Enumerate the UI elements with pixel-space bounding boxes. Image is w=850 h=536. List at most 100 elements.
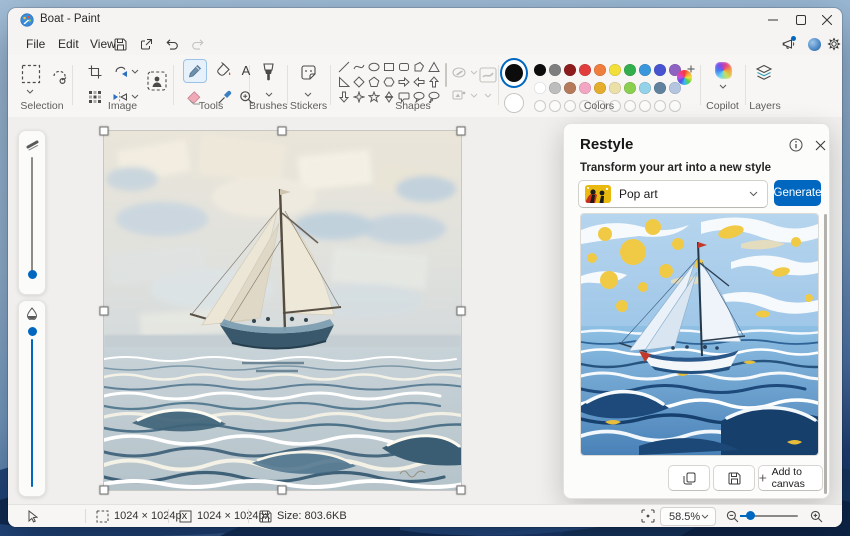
- rectangle-shape-icon[interactable]: [381, 59, 396, 74]
- palette-swatch[interactable]: [533, 63, 546, 76]
- layers-icon[interactable]: [753, 62, 775, 84]
- shape-outline-icon[interactable]: [451, 65, 467, 79]
- shape-style-chevron-icon[interactable]: [483, 91, 493, 99]
- zoom-out-icon[interactable]: [724, 508, 740, 524]
- brushes-icon[interactable]: [258, 61, 278, 83]
- rotate-chevron-icon[interactable]: [130, 67, 140, 75]
- palette-swatch[interactable]: [623, 63, 636, 76]
- statusbar: 1024 × 1024px 1024 × 1024px Size: 803.6K…: [8, 504, 842, 527]
- palette-swatch[interactable]: [608, 63, 621, 76]
- palette-swatch[interactable]: [653, 81, 666, 94]
- palette-swatch[interactable]: [548, 63, 561, 76]
- palette-swatch[interactable]: [548, 81, 561, 94]
- color1-swatch[interactable]: [500, 58, 528, 88]
- selection-handle-se[interactable]: [456, 485, 466, 495]
- palette-swatch[interactable]: [593, 81, 606, 94]
- flip-chevron-icon[interactable]: [130, 92, 140, 100]
- stickers-icon[interactable]: [298, 61, 318, 83]
- zoom-level-dropdown[interactable]: 58.5%: [660, 507, 716, 526]
- undo-icon[interactable]: [164, 36, 180, 52]
- fit-to-screen-icon[interactable]: [640, 508, 656, 524]
- selection-handle-s[interactable]: [277, 485, 287, 495]
- svg-text:A: A: [242, 63, 251, 77]
- size-slider-track[interactable]: [31, 157, 33, 273]
- shapes-scrollbar[interactable]: [445, 63, 447, 87]
- menubar: File Edit View: [8, 32, 842, 56]
- opacity-icon: [25, 306, 39, 320]
- panel-close-icon[interactable]: [812, 137, 828, 153]
- pencil-tool-icon[interactable]: [183, 59, 207, 83]
- pentagon-shape-icon[interactable]: [366, 74, 381, 89]
- notification-dot: [791, 36, 796, 41]
- selection-handle-w[interactable]: [99, 306, 109, 316]
- remove-background-icon[interactable]: [145, 69, 169, 93]
- rotate-icon[interactable]: [111, 63, 129, 81]
- palette-swatch[interactable]: [593, 63, 606, 76]
- free-select-icon[interactable]: [48, 65, 70, 87]
- copilot-chevron-icon[interactable]: [718, 82, 728, 90]
- curve-shape-icon[interactable]: [351, 59, 366, 74]
- account-globe-icon[interactable]: [806, 36, 822, 52]
- style-dropdown[interactable]: Pop art: [578, 180, 768, 208]
- polygon-shape-icon[interactable]: [411, 59, 426, 74]
- line-shape-icon[interactable]: [336, 59, 351, 74]
- palette-swatch[interactable]: [563, 63, 576, 76]
- selection-chevron-icon[interactable]: [23, 87, 37, 95]
- selection-handle-sw[interactable]: [99, 485, 109, 495]
- share-icon[interactable]: [138, 36, 154, 52]
- selection-handle-e[interactable]: [456, 306, 466, 316]
- triangle-shape-icon[interactable]: [426, 59, 441, 74]
- copy-result-button[interactable]: [668, 465, 710, 491]
- info-icon[interactable]: [788, 137, 804, 153]
- text-tool-icon[interactable]: A: [237, 61, 255, 79]
- add-to-canvas-button[interactable]: Add to canvas: [758, 465, 823, 491]
- save-result-button[interactable]: [713, 465, 755, 491]
- canvas-size-icon: [179, 510, 192, 522]
- palette-swatch[interactable]: [623, 81, 636, 94]
- fill-tool-icon[interactable]: [215, 61, 233, 79]
- settings-gear-icon[interactable]: [826, 36, 842, 52]
- canvas[interactable]: [99, 126, 490, 495]
- arrow-right-shape-icon[interactable]: [396, 74, 411, 89]
- edit-colors-icon[interactable]: [674, 65, 695, 87]
- feedback-megaphone-icon[interactable]: [780, 36, 798, 52]
- palette-swatch[interactable]: [578, 63, 591, 76]
- redo-icon[interactable]: [190, 36, 206, 52]
- palette-swatch[interactable]: [533, 81, 546, 94]
- right-triangle-shape-icon[interactable]: [336, 74, 351, 89]
- maximize-button[interactable]: [788, 10, 814, 30]
- rectangle-select-icon[interactable]: [19, 62, 43, 86]
- generate-button[interactable]: Generate: [774, 180, 821, 206]
- size-slider-thumb[interactable]: [27, 270, 37, 279]
- ellipse-shape-icon[interactable]: [366, 59, 381, 74]
- crop-icon[interactable]: [86, 63, 104, 81]
- shape-fill-chevron-icon[interactable]: [469, 91, 479, 99]
- close-button[interactable]: [814, 10, 840, 30]
- palette-swatch[interactable]: [563, 81, 576, 94]
- palette-swatch[interactable]: [653, 63, 666, 76]
- zoom-slider-thumb[interactable]: [746, 511, 755, 520]
- arrow-up-shape-icon[interactable]: [426, 74, 441, 89]
- diamond-shape-icon[interactable]: [351, 74, 366, 89]
- palette-swatch[interactable]: [578, 81, 591, 94]
- rounded-rectangle-shape-icon[interactable]: [396, 59, 411, 74]
- hexagon-shape-icon[interactable]: [381, 74, 396, 89]
- panel-scrollbar[interactable]: [824, 214, 827, 494]
- palette-swatch[interactable]: [638, 81, 651, 94]
- selection-handle-ne[interactable]: [456, 126, 466, 136]
- selection-handle-n[interactable]: [277, 126, 287, 136]
- zoom-in-icon[interactable]: [808, 508, 824, 524]
- save-icon[interactable]: [112, 36, 128, 52]
- palette-swatch[interactable]: [608, 81, 621, 94]
- minimize-button[interactable]: [760, 10, 786, 30]
- shape-style-icon[interactable]: [478, 65, 498, 85]
- palette-swatch[interactable]: [638, 63, 651, 76]
- stickers-chevron-icon[interactable]: [303, 90, 313, 98]
- brushes-chevron-icon[interactable]: [264, 90, 274, 98]
- opacity-slider-thumb[interactable]: [27, 327, 37, 336]
- selection-handle-nw[interactable]: [99, 126, 109, 136]
- opacity-slider-track[interactable]: [31, 339, 33, 487]
- arrow-left-shape-icon[interactable]: [411, 74, 426, 89]
- copilot-icon[interactable]: [713, 60, 733, 80]
- group-label-layers: Layers: [749, 100, 781, 112]
